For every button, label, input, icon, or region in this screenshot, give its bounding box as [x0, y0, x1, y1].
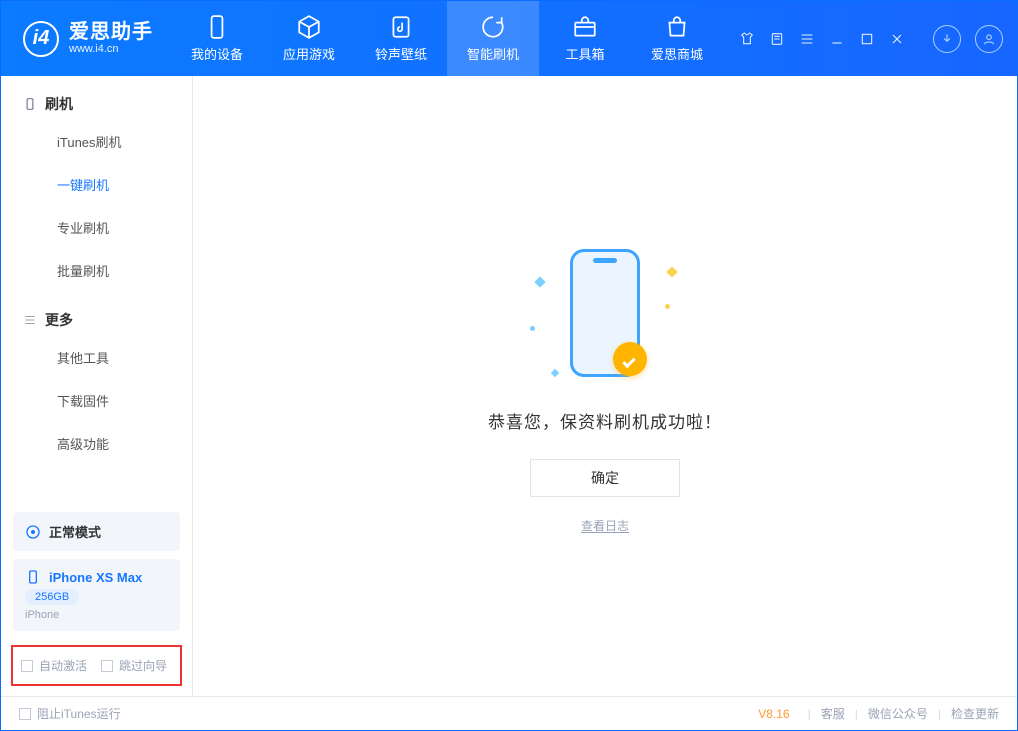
minimize-icon[interactable]: [829, 31, 845, 47]
bag-icon: [664, 14, 690, 40]
checkbox-label: 阻止iTunes运行: [37, 705, 121, 722]
sidebar-group-label: 刷机: [45, 94, 73, 114]
checkbox-label: 自动激活: [39, 657, 87, 674]
device-icon: [23, 97, 37, 111]
tab-toolbox[interactable]: 工具箱: [539, 1, 631, 76]
version-label: V8.16: [758, 707, 789, 721]
footer-right: V8.16 | 客服 | 微信公众号 | 检查更新: [758, 705, 999, 722]
tab-smart-flash[interactable]: 智能刷机: [447, 1, 539, 76]
success-illustration: [530, 238, 680, 388]
tab-label: 爱思商城: [651, 44, 703, 63]
tab-store[interactable]: 爱思商城: [631, 1, 723, 76]
sidebar-item-advanced[interactable]: 高级功能: [1, 422, 192, 465]
sidebar-cards: 正常模式 iPhone XS Max 256GB iPhone: [1, 502, 192, 639]
tab-label: 我的设备: [191, 44, 243, 63]
sidebar-item-oneclick-flash[interactable]: 一键刷机: [1, 163, 192, 206]
device-storage-badge: 256GB: [25, 589, 79, 605]
brand-name: 爱思助手: [69, 21, 153, 43]
device-type: iPhone: [25, 609, 168, 621]
sidebar-item-download-fw[interactable]: 下载固件: [1, 379, 192, 422]
phone-success-icon: [570, 249, 640, 377]
device-card[interactable]: iPhone XS Max 256GB iPhone: [13, 559, 180, 631]
flash-options-highlight: 自动激活 跳过向导: [11, 645, 182, 686]
mode-card[interactable]: 正常模式: [13, 512, 180, 551]
checkbox-skip-guide[interactable]: 跳过向导: [101, 657, 167, 674]
tab-ringtones[interactable]: 铃声壁纸: [355, 1, 447, 76]
refresh-shield-icon: [480, 14, 506, 40]
header-right: [739, 1, 1017, 76]
checkbox-auto-activate[interactable]: 自动激活: [21, 657, 87, 674]
sidebar-group-label: 更多: [45, 310, 73, 330]
device-name: iPhone XS Max: [49, 570, 142, 585]
mode-icon: [25, 524, 41, 540]
view-log-link[interactable]: 查看日志: [581, 517, 629, 534]
footer: 阻止iTunes运行 V8.16 | 客服 | 微信公众号 | 检查更新: [1, 696, 1017, 730]
list-icon: [23, 313, 37, 327]
sidebar-item-itunes-flash[interactable]: iTunes刷机: [1, 120, 192, 163]
account-button[interactable]: [975, 25, 1003, 53]
header: i4 爱思助手 www.i4.cn 我的设备 应用游戏 铃声壁纸 智能刷机: [1, 1, 1017, 76]
footer-update-link[interactable]: 检查更新: [951, 705, 999, 722]
brand: i4 爱思助手 www.i4.cn: [1, 1, 171, 76]
download-button[interactable]: [933, 25, 961, 53]
tab-label: 应用游戏: [283, 44, 335, 63]
close-icon[interactable]: [889, 31, 905, 47]
tab-apps[interactable]: 应用游戏: [263, 1, 355, 76]
brand-text: 爱思助手 www.i4.cn: [69, 21, 153, 55]
tshirt-icon[interactable]: [739, 31, 755, 47]
phone-icon: [204, 14, 230, 40]
ok-button[interactable]: 确定: [530, 459, 680, 497]
checkbox-block-itunes[interactable]: 阻止iTunes运行: [19, 705, 121, 722]
app-window: i4 爱思助手 www.i4.cn 我的设备 应用游戏 铃声壁纸 智能刷机: [0, 0, 1018, 731]
footer-support-link[interactable]: 客服: [821, 705, 845, 722]
mode-label: 正常模式: [49, 522, 101, 541]
toolbox-icon: [572, 14, 598, 40]
maximize-icon[interactable]: [859, 31, 875, 47]
sidebar-group-more: 更多: [1, 292, 192, 336]
note-icon[interactable]: [769, 31, 785, 47]
tab-label: 铃声壁纸: [375, 44, 427, 63]
checkbox-label: 跳过向导: [119, 657, 167, 674]
sidebar-item-other-tools[interactable]: 其他工具: [1, 336, 192, 379]
device-small-icon: [25, 569, 41, 585]
brand-subtitle: www.i4.cn: [69, 43, 153, 55]
tab-label: 工具箱: [565, 44, 604, 63]
cube-icon: [296, 14, 322, 40]
footer-wechat-link[interactable]: 微信公众号: [868, 705, 928, 722]
main-content: 恭喜您，保资料刷机成功啦！ 确定 查看日志: [193, 76, 1017, 696]
menu-icon[interactable]: [799, 31, 815, 47]
music-file-icon: [388, 14, 414, 40]
brand-logo-icon: i4: [23, 21, 59, 57]
main-tabs: 我的设备 应用游戏 铃声壁纸 智能刷机 工具箱 爱思商城: [171, 1, 723, 76]
tab-my-device[interactable]: 我的设备: [171, 1, 263, 76]
sidebar-item-pro-flash[interactable]: 专业刷机: [1, 206, 192, 249]
sidebar: 刷机 iTunes刷机 一键刷机 专业刷机 批量刷机 更多 其他工具 下载固件 …: [1, 76, 193, 696]
body: 刷机 iTunes刷机 一键刷机 专业刷机 批量刷机 更多 其他工具 下载固件 …: [1, 76, 1017, 696]
success-message: 恭喜您，保资料刷机成功啦！: [488, 408, 722, 433]
sidebar-item-batch-flash[interactable]: 批量刷机: [1, 249, 192, 292]
sidebar-group-flash: 刷机: [1, 76, 192, 120]
tab-label: 智能刷机: [467, 44, 519, 63]
